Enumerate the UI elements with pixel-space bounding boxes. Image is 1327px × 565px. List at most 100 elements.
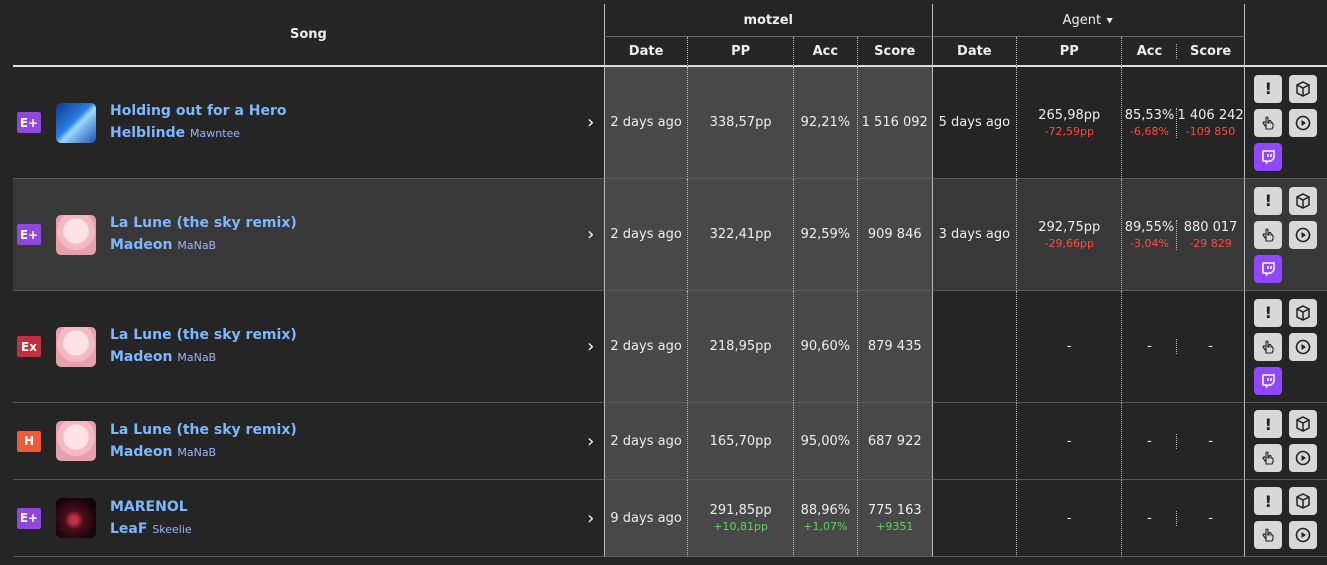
agent-date bbox=[932, 480, 1018, 557]
twitch-icon[interactable] bbox=[1254, 366, 1283, 395]
actions-cell: ! bbox=[1244, 403, 1327, 480]
agent-date-header[interactable]: Date bbox=[932, 37, 1018, 67]
song-cover[interactable] bbox=[56, 214, 96, 255]
exclamation-icon[interactable]: ! bbox=[1254, 487, 1283, 515]
chevron-right-icon[interactable]: › bbox=[578, 224, 604, 245]
cube-icon[interactable] bbox=[1289, 186, 1318, 215]
song-cover[interactable] bbox=[56, 498, 96, 538]
play-icon[interactable] bbox=[1289, 220, 1318, 249]
me-acc: 92,59% bbox=[793, 179, 858, 291]
chevron-right-icon[interactable]: › bbox=[578, 336, 604, 357]
me-score-delta: +9351 bbox=[876, 520, 914, 533]
song-mapper[interactable]: MaNaB bbox=[177, 351, 216, 364]
play-icon[interactable] bbox=[1289, 108, 1318, 137]
song-artist: Madeon bbox=[110, 443, 173, 460]
me-acc-header[interactable]: Acc bbox=[793, 37, 858, 67]
pointer-hand-icon[interactable] bbox=[1254, 220, 1283, 249]
song-cell: E+ MARENOL LeaF Skeelie › bbox=[13, 480, 604, 557]
song-mapper[interactable]: Mawntee bbox=[190, 127, 240, 140]
play-icon[interactable] bbox=[1289, 444, 1318, 472]
agent-pp: 265,98pp -72,59pp bbox=[1017, 67, 1123, 179]
song-header[interactable]: Song bbox=[13, 4, 604, 67]
pointer-hand-icon[interactable] bbox=[1254, 108, 1283, 137]
agent-acc-delta: -6,68% bbox=[1130, 124, 1169, 138]
twitch-icon[interactable] bbox=[1254, 142, 1283, 171]
agent-score-delta: -109 850 bbox=[1185, 124, 1236, 138]
actions-header bbox=[1244, 4, 1327, 67]
exclamation-icon[interactable]: ! bbox=[1254, 74, 1283, 103]
agent-pp-delta: -29,66pp bbox=[1044, 236, 1094, 250]
song-cell: Ex La Lune (the sky remix) Madeon MaNaB … bbox=[13, 291, 604, 403]
table-row[interactable]: E+ Holding out for a Hero Helblinde Mawn… bbox=[13, 67, 1327, 179]
me-date: 2 days ago bbox=[603, 291, 689, 403]
agent-pp: - bbox=[1017, 403, 1123, 480]
me-date-header[interactable]: Date bbox=[603, 37, 689, 67]
chevron-right-icon[interactable]: › bbox=[578, 112, 604, 133]
cube-icon[interactable] bbox=[1289, 487, 1318, 515]
agent-date bbox=[932, 291, 1018, 403]
song-title[interactable]: La Lune (the sky remix) bbox=[110, 324, 578, 346]
table-row[interactable]: E+ MARENOL LeaF Skeelie › 9 days ago 291… bbox=[13, 480, 1327, 557]
exclamation-icon[interactable]: ! bbox=[1254, 186, 1283, 215]
pointer-hand-icon[interactable] bbox=[1254, 521, 1283, 549]
actions-cell: ! bbox=[1244, 480, 1327, 557]
me-pp-header[interactable]: PP bbox=[688, 37, 794, 67]
me-pp: 338,57pp bbox=[688, 67, 794, 179]
play-icon[interactable] bbox=[1289, 332, 1318, 361]
table-row[interactable]: Ex La Lune (the sky remix) Madeon MaNaB … bbox=[13, 291, 1327, 403]
song-mapper[interactable]: Skeelie bbox=[152, 523, 191, 536]
difficulty-badge: E+ bbox=[17, 112, 41, 133]
compare-player-select[interactable]: Agent ⯆ bbox=[932, 4, 1245, 37]
chevron-right-icon[interactable]: › bbox=[578, 431, 604, 452]
me-pp: 291,85pp +10,81pp bbox=[688, 480, 794, 557]
me-acc: 95,00% bbox=[793, 403, 858, 480]
scores-table: Song motzel Agent ⯆ Date PP Acc Score Da… bbox=[13, 4, 1327, 557]
me-date: 9 days ago bbox=[603, 480, 689, 557]
agent-acc-score: - - bbox=[1122, 403, 1245, 480]
song-artist: Madeon bbox=[110, 237, 173, 253]
agent-pp-delta: -72,59pp bbox=[1044, 124, 1094, 138]
me-date: 2 days ago bbox=[603, 403, 689, 480]
song-title[interactable]: MARENOL bbox=[110, 496, 578, 518]
me-pp: 165,70pp bbox=[688, 403, 794, 480]
chevron-right-icon[interactable]: › bbox=[578, 508, 604, 529]
me-score-header[interactable]: Score bbox=[857, 37, 933, 67]
pointer-hand-icon[interactable] bbox=[1254, 332, 1283, 361]
song-mapper[interactable]: MaNaB bbox=[177, 446, 216, 459]
me-date: 2 days ago bbox=[603, 67, 689, 179]
exclamation-icon[interactable]: ! bbox=[1254, 410, 1283, 438]
agent-date: 3 days ago bbox=[932, 179, 1018, 291]
cube-icon[interactable] bbox=[1289, 298, 1318, 327]
chevron-down-icon: ⯆ bbox=[1105, 15, 1114, 27]
difficulty-badge: Ex bbox=[17, 336, 41, 357]
song-title[interactable]: Holding out for a Hero bbox=[110, 100, 578, 122]
agent-acc-score: 85,53% -6,68% 1 406 242 -109 850 bbox=[1122, 67, 1245, 179]
song-mapper[interactable]: MaNaB bbox=[177, 239, 216, 252]
table-row[interactable]: H La Lune (the sky remix) Madeon MaNaB ›… bbox=[13, 403, 1327, 480]
song-title[interactable]: La Lune (the sky remix) bbox=[110, 212, 578, 234]
me-acc: 92,21% bbox=[793, 67, 858, 179]
cube-icon[interactable] bbox=[1289, 74, 1318, 103]
player-name-header: motzel bbox=[603, 4, 933, 37]
twitch-icon[interactable] bbox=[1254, 254, 1283, 283]
agent-pp-header[interactable]: PP bbox=[1017, 37, 1123, 67]
agent-pp: 292,75pp -29,66pp bbox=[1017, 179, 1123, 291]
me-date: 2 days ago bbox=[603, 179, 689, 291]
play-icon[interactable] bbox=[1289, 521, 1318, 549]
song-cover[interactable] bbox=[56, 102, 96, 143]
song-artist: LeaF bbox=[110, 520, 148, 537]
agent-acc-score-header[interactable]: Acc Score bbox=[1122, 37, 1245, 67]
song-title[interactable]: La Lune (the sky remix) bbox=[110, 419, 578, 441]
song-cover[interactable] bbox=[56, 326, 96, 367]
exclamation-icon[interactable]: ! bbox=[1254, 298, 1283, 327]
pointer-hand-icon[interactable] bbox=[1254, 444, 1283, 472]
agent-pp: - bbox=[1017, 291, 1123, 403]
cube-icon[interactable] bbox=[1289, 410, 1318, 438]
difficulty-badge: E+ bbox=[17, 224, 41, 245]
me-acc: 88,96% +1,07% bbox=[793, 480, 858, 557]
table-row[interactable]: E+ La Lune (the sky remix) Madeon MaNaB … bbox=[13, 179, 1327, 291]
me-pp-delta: +10,81pp bbox=[713, 520, 768, 533]
agent-acc-score: - - bbox=[1122, 480, 1245, 557]
song-cover[interactable] bbox=[56, 421, 96, 461]
agent-acc-score: 89,55% -3,04% 880 017 -29 829 bbox=[1122, 179, 1245, 291]
